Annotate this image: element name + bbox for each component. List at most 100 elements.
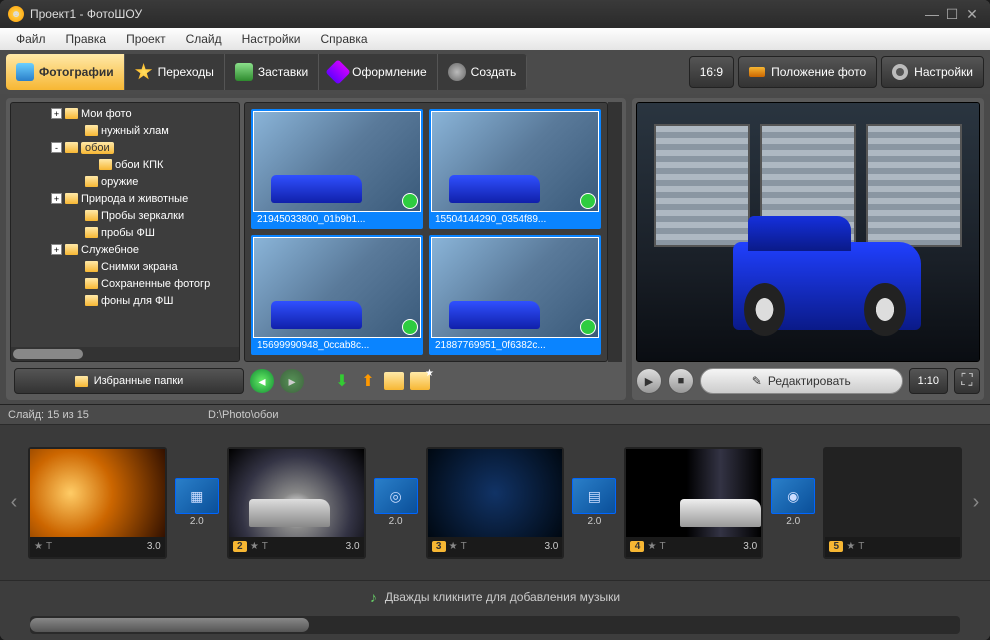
text-icon[interactable]: T [858,541,864,552]
thumbnail-grid: 21945033800_01b9b1...15504144290_0354f89… [244,102,608,362]
music-note-icon: ♪ [370,589,377,605]
thumbnail-item[interactable]: 15699990948_0ccab8c... [251,235,423,355]
brush-icon [325,59,350,84]
remove-up-button[interactable]: ⬆ [358,371,378,391]
timeline-slide[interactable]: 2★T3.0 [227,447,366,559]
tree-scrollbar[interactable] [11,347,239,361]
minimize-button[interactable]: — [922,6,942,22]
menu-help[interactable]: Справка [310,30,377,48]
menu-project[interactable]: Проект [116,30,176,48]
preview-viewport[interactable] [636,102,980,362]
folder-item[interactable]: пробы ФШ [11,224,239,241]
timeline-transition[interactable]: ▤2.0 [570,478,618,527]
folder-item[interactable]: Снимки экрана [11,258,239,275]
thumb-scrollbar[interactable] [608,102,622,362]
transition-thumb[interactable]: ▤ [572,478,616,514]
timeline-slide[interactable]: 3★T3.0 [426,447,565,559]
text-icon[interactable]: T [46,541,52,552]
text-icon[interactable]: T [659,541,665,552]
slide-duration: 3.0 [743,541,757,552]
tab-transitions[interactable]: Переходы [125,54,225,90]
star-icon[interactable]: ★ [449,541,458,552]
timeline-next-button[interactable]: › [966,458,986,548]
thumbnail-item[interactable]: 15504144290_0354f89... [429,109,601,229]
expander-icon[interactable]: + [51,193,62,204]
nav-forward-button[interactable]: ▸ [280,369,304,393]
timeline-transition[interactable]: ◎2.0 [372,478,420,527]
folder-item[interactable]: + Мои фото [11,105,239,122]
timeline-transition[interactable]: ◉2.0 [769,478,817,527]
tab-create[interactable]: Создать [438,54,528,90]
timeline-slide[interactable]: ★T 3.0 [28,447,167,559]
timeline-items[interactable]: ★T3.0▦2.02★T3.0◎2.03★T3.0▤2.04★T3.0◉2.05… [28,447,962,559]
nav-back-button[interactable]: ◂ [250,369,274,393]
expander-icon[interactable]: - [51,142,62,153]
folder-item[interactable]: Сохраненные фотогр [11,275,239,292]
slide-duration: 3.0 [147,541,161,552]
star-icon [135,63,153,81]
tab-splash[interactable]: Заставки [225,54,319,90]
transition-thumb[interactable]: ▦ [175,478,219,514]
folder-tree-body[interactable]: +Мои фотонужный хлам-обоиобои КПКоружие+… [11,103,239,347]
folder-label: нужный хлам [101,125,169,137]
folder-item[interactable]: Пробы зеркалки [11,207,239,224]
settings-button[interactable]: Настройки [881,56,984,88]
favorite-folders-button[interactable]: Избранные папки [14,368,244,394]
timeline-scrollbar[interactable] [30,616,960,634]
menu-edit[interactable]: Правка [56,30,117,48]
folder-item[interactable]: -обои [11,139,239,156]
transition-thumb[interactable]: ◎ [374,478,418,514]
close-button[interactable]: ✕ [962,6,982,23]
tab-photos[interactable]: Фотографии [6,54,125,90]
aspect-ratio-button[interactable]: 16:9 [689,56,734,88]
timeline-prev-button[interactable]: ‹ [4,458,24,548]
photo-position-button[interactable]: Положение фото [738,56,877,88]
music-track[interactable]: ♪ Дважды кликните для добавления музыки [0,580,990,612]
folder-item[interactable]: фоны для ФШ [11,292,239,309]
preview-controls: ▶ ■ ✎Редактировать 1:10 ⛶ [636,366,980,396]
sunset-icon [749,67,765,77]
tab-photos-label: Фотографии [39,65,114,79]
folder-item[interactable]: +Природа и животные [11,190,239,207]
expander-icon[interactable]: + [51,244,62,255]
add-down-button[interactable]: ⬇ [332,371,352,391]
menu-settings[interactable]: Настройки [232,30,311,48]
folder-add-button[interactable] [384,372,404,390]
menu-file[interactable]: Файл [6,30,56,48]
text-icon[interactable]: T [461,541,467,552]
picture-icon [235,63,253,81]
tab-design[interactable]: Оформление [319,54,437,90]
star-icon[interactable]: ★ [250,541,259,552]
slide-duration: 3.0 [346,541,360,552]
folder-icon [65,193,78,204]
folder-icon [65,142,78,153]
folder-fav-button[interactable] [410,372,430,390]
folder-item[interactable]: оружие [11,173,239,190]
star-icon[interactable]: ★ [846,541,855,552]
star-icon[interactable]: ★ [34,541,43,552]
folder-item[interactable]: обои КПК [11,156,239,173]
text-icon[interactable]: T [262,541,268,552]
menu-slide[interactable]: Слайд [176,30,232,48]
thumbnail-item[interactable]: 21945033800_01b9b1... [251,109,423,229]
folder-item[interactable]: нужный хлам [11,122,239,139]
slide-number: 3 [432,541,446,552]
timeline-strip: ‹ ★T3.0▦2.02★T3.0◎2.03★T3.0▤2.04★T3.0◉2.… [0,425,990,580]
folder-label: Мои фото [81,108,132,120]
star-icon[interactable]: ★ [647,541,656,552]
folder-label: Пробы зеркалки [101,210,184,222]
play-button[interactable]: ▶ [636,368,662,394]
folder-icon [85,210,98,221]
photo-position-label: Положение фото [771,65,866,79]
transition-thumb[interactable]: ◉ [771,478,815,514]
stop-button[interactable]: ■ [668,368,694,394]
timeline-transition[interactable]: ▦2.0 [173,478,221,527]
maximize-button[interactable]: ☐ [942,6,962,23]
thumbnail-item[interactable]: 21887769951_0f6382c... [429,235,601,355]
folder-item[interactable]: +Служебное [11,241,239,258]
expander-icon[interactable]: + [51,108,62,119]
fullscreen-button[interactable]: ⛶ [954,368,980,394]
edit-slide-button[interactable]: ✎Редактировать [700,368,903,394]
timeline-slide[interactable]: 5★T [823,447,962,559]
timeline-slide[interactable]: 4★T3.0 [624,447,763,559]
